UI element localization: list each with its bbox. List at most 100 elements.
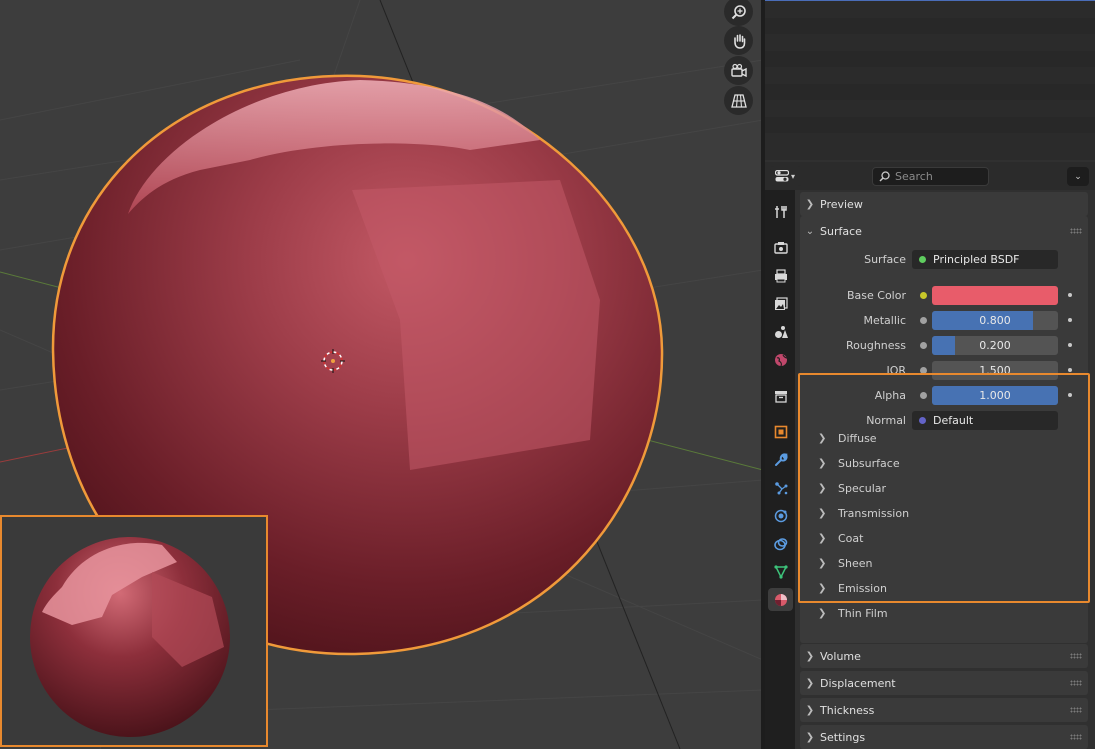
value-socket-icon[interactable]	[920, 367, 927, 374]
drag-handle-icon[interactable]	[1070, 228, 1082, 234]
drag-handle-icon[interactable]	[1070, 707, 1082, 713]
material-preview-inset	[0, 515, 268, 747]
keyframe-dot-icon[interactable]	[1068, 368, 1072, 372]
options-dropdown-button[interactable]: ⌄	[1067, 167, 1089, 186]
physics-icon	[774, 509, 787, 522]
drag-handle-icon[interactable]	[1070, 680, 1082, 686]
ior-label: IOR	[886, 363, 906, 377]
chevron-down-icon: ⌄	[1074, 171, 1082, 182]
preview-panel-header[interactable]: ❯ Preview	[800, 192, 1088, 216]
outliner-row	[765, 17, 1095, 34]
preview-sphere	[30, 537, 230, 737]
tool-icon	[774, 205, 787, 218]
alpha-value: 1.000	[979, 388, 1011, 402]
camera-view-button[interactable]	[724, 56, 753, 85]
tab-constraints[interactable]	[768, 532, 793, 555]
subpanel-diffuse[interactable]: ❯ Diffuse	[818, 428, 877, 448]
tab-material[interactable]	[768, 588, 793, 611]
drag-handle-icon[interactable]	[1070, 653, 1082, 659]
roughness-slider[interactable]: 0.200	[932, 335, 1058, 355]
ior-field[interactable]: 1.500	[932, 360, 1058, 380]
subpanel-sheen[interactable]: ❯ Sheen	[818, 553, 872, 573]
chevron-right-icon: ❯	[818, 457, 827, 469]
pan-button[interactable]	[724, 26, 753, 55]
surface-panel-header[interactable]: ⌄ Surface	[800, 219, 1088, 243]
roughness-row: Roughness 0.200	[800, 335, 1088, 355]
tab-view-layer[interactable]	[768, 292, 793, 315]
keyframe-dot-icon[interactable]	[1068, 393, 1072, 397]
subpanel-emission[interactable]: ❯ Emission	[818, 578, 887, 598]
volume-panel-header[interactable]: ❯ Volume	[800, 644, 1088, 668]
subpanel-label: Subsurface	[838, 456, 900, 470]
object-icon	[774, 425, 787, 438]
properties-editor-icon	[775, 170, 789, 182]
thickness-panel-label: Thickness	[820, 703, 875, 717]
subpanel-coat[interactable]: ❯ Coat	[818, 528, 863, 548]
displacement-panel-header[interactable]: ❯ Displacement	[800, 671, 1088, 695]
tab-physics[interactable]	[768, 504, 793, 527]
chevron-right-icon: ❯	[818, 582, 827, 594]
subpanel-specular[interactable]: ❯ Specular	[818, 478, 886, 498]
subpanel-label: Thin Film	[838, 606, 888, 620]
base-color-swatch[interactable]	[932, 285, 1058, 305]
outliner-row	[765, 1, 1095, 18]
output-icon	[774, 268, 787, 282]
tab-world[interactable]	[768, 348, 793, 371]
tab-particles[interactable]	[768, 476, 793, 499]
alpha-slider[interactable]: 1.000	[932, 385, 1058, 405]
outliner-row	[765, 34, 1095, 51]
tab-scene[interactable]	[768, 320, 793, 343]
tab-output[interactable]	[768, 264, 793, 287]
chevron-right-icon: ❯	[818, 607, 827, 619]
render-icon	[773, 241, 788, 254]
normal-field[interactable]: Default	[912, 410, 1058, 430]
color-socket-icon[interactable]	[920, 292, 927, 299]
tab-collection[interactable]	[768, 384, 793, 407]
value-socket-icon[interactable]	[920, 317, 927, 324]
subpanel-subsurface[interactable]: ❯ Subsurface	[818, 453, 900, 473]
roughness-value: 0.200	[979, 338, 1011, 352]
subpanel-label: Sheen	[838, 556, 873, 570]
roughness-label: Roughness	[845, 338, 906, 352]
modifier-wrench-icon	[774, 452, 788, 466]
search-input[interactable]	[895, 170, 985, 183]
tab-modifiers[interactable]	[768, 448, 793, 471]
value-socket-icon[interactable]	[920, 342, 927, 349]
outliner-row	[765, 50, 1095, 67]
editor-type-button[interactable]: ▾	[770, 166, 802, 186]
tab-object[interactable]	[768, 420, 793, 443]
surface-shader-value: Principled BSDF	[933, 252, 1020, 266]
subpanel-transmission[interactable]: ❯ Transmission	[818, 503, 909, 523]
thickness-panel-header[interactable]: ❯ Thickness	[800, 698, 1088, 722]
metallic-slider[interactable]: 0.800	[932, 310, 1058, 330]
surface-panel-label: Surface	[820, 224, 862, 238]
preview-panel-label: Preview	[820, 197, 863, 211]
keyframe-dot-icon[interactable]	[1068, 293, 1072, 297]
outliner-row	[765, 83, 1095, 100]
tab-mesh-data[interactable]	[768, 560, 793, 583]
search-field[interactable]	[872, 167, 989, 186]
tab-render[interactable]	[768, 236, 793, 259]
properties-header: ▾ ⌄	[765, 162, 1095, 190]
constraints-icon	[773, 537, 787, 550]
value-socket-icon[interactable]	[920, 392, 927, 399]
normal-label: Normal	[866, 413, 906, 427]
settings-panel-header[interactable]: ❯ Settings	[800, 725, 1088, 749]
settings-panel-label: Settings	[820, 730, 866, 744]
particles-icon	[774, 481, 787, 494]
3d-viewport[interactable]	[0, 0, 763, 749]
outliner-row	[765, 67, 1095, 84]
tab-tool[interactable]	[768, 200, 793, 223]
drag-handle-icon[interactable]	[1070, 734, 1082, 740]
keyframe-dot-icon[interactable]	[1068, 318, 1072, 322]
subpanel-thin-film[interactable]: ❯ Thin Film	[818, 603, 888, 623]
zoom-icon	[731, 4, 746, 19]
collection-icon	[774, 390, 787, 403]
perspective-toggle-button[interactable]	[724, 86, 753, 115]
properties-tab-bar	[765, 190, 795, 749]
surface-shader-field[interactable]: Principled BSDF	[912, 249, 1058, 269]
outliner[interactable]	[765, 0, 1095, 160]
subpanel-label: Specular	[838, 481, 887, 495]
world-icon	[774, 353, 787, 366]
keyframe-dot-icon[interactable]	[1068, 343, 1072, 347]
